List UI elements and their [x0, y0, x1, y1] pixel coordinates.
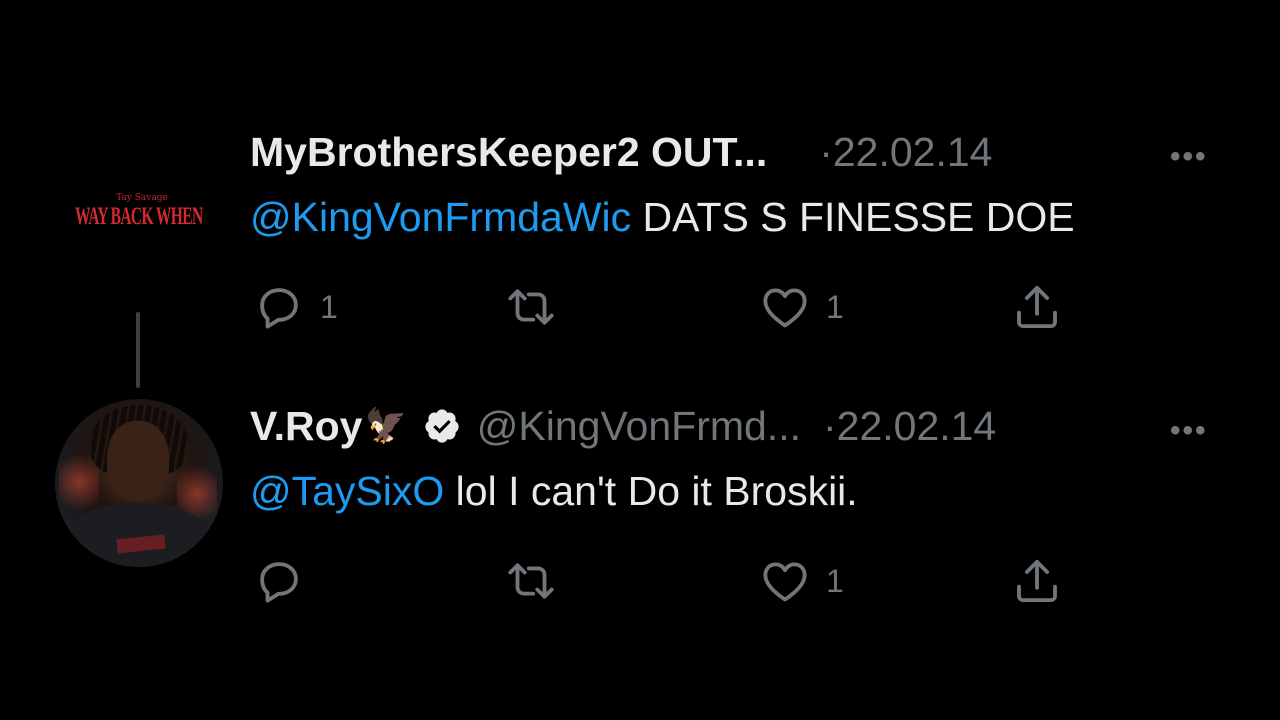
mention-link[interactable]: @KingVonFrmdaWic: [250, 194, 631, 240]
tweet-2[interactable]: V.Roy 🦅 @KingVonFrmd... · 22.02.14 ••• @…: [0, 392, 1280, 622]
reply-icon: [260, 562, 298, 603]
mention-link[interactable]: @TaySixO: [250, 468, 444, 514]
like-count: 1: [826, 288, 844, 325]
share-icon: [1017, 559, 1057, 603]
heart-icon: [763, 288, 807, 328]
tweet-thread: Tay Savage WAY BACK WHEN MyBrothersKeepe…: [0, 0, 1280, 720]
separator-dot: ·: [822, 402, 837, 449]
more-icon[interactable]: •••: [1170, 140, 1208, 174]
like-count: 1: [826, 562, 844, 599]
retweet-button[interactable]: [504, 554, 572, 608]
avatar[interactable]: [55, 399, 223, 567]
tweet-header: V.Roy 🦅 @KingVonFrmd... · 22.02.14: [250, 402, 996, 450]
avatar[interactable]: Tay Savage WAY BACK WHEN: [55, 128, 223, 296]
reply-icon: [260, 288, 298, 329]
heart-icon: [763, 562, 807, 602]
author-handle[interactable]: @KingVonFrmd...: [477, 403, 801, 450]
share-button[interactable]: [1010, 280, 1064, 334]
verified-badge-icon: [425, 409, 459, 443]
tweet-body: lol I can't Do it Broskii.: [444, 468, 858, 514]
retweet-icon: [508, 563, 554, 599]
retweet-icon: [508, 289, 554, 325]
share-icon: [1017, 285, 1057, 329]
reply-button[interactable]: 1: [252, 280, 338, 334]
eagle-emoji: 🦅: [364, 407, 407, 445]
author-name[interactable]: MyBrothersKeeper2 OUT...: [250, 129, 767, 176]
retweet-button[interactable]: [504, 280, 572, 334]
more-icon[interactable]: •••: [1170, 414, 1208, 448]
tweet-1[interactable]: Tay Savage WAY BACK WHEN MyBrothersKeepe…: [0, 118, 1280, 348]
like-button[interactable]: 1: [758, 554, 844, 608]
avatar-logo-small-text: Tay Savage: [116, 192, 168, 203]
tweet-body: DATS S FINESSE DOE: [631, 194, 1075, 240]
tweet-date[interactable]: 22.02.14: [833, 129, 993, 176]
avatar-logo-text: WAY BACK WHEN: [75, 202, 203, 230]
tweet-date[interactable]: 22.02.14: [837, 403, 997, 450]
like-button[interactable]: 1: [758, 280, 844, 334]
share-button[interactable]: [1010, 554, 1064, 608]
tweet-text: @TaySixO lol I can't Do it Broskii.: [250, 468, 858, 515]
tweet-text: @KingVonFrmdaWic DATS S FINESSE DOE: [250, 194, 1075, 241]
author-name[interactable]: V.Roy: [250, 403, 362, 450]
reply-count: 1: [320, 288, 338, 325]
thread-connector-line: [136, 312, 140, 388]
reply-button[interactable]: [252, 554, 320, 608]
separator-dot: ·: [819, 128, 833, 175]
tweet-header: MyBrothersKeeper2 OUT... · 22.02.14: [250, 128, 992, 176]
